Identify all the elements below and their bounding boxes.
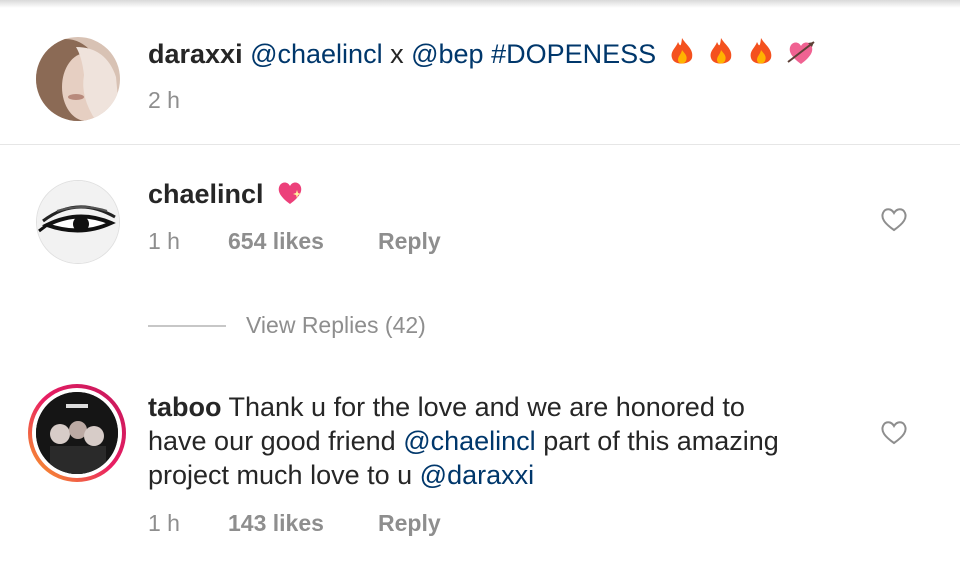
like-heart-icon[interactable] <box>879 205 909 233</box>
avatar-taboo[interactable] <box>28 384 126 482</box>
comment-meta: 1 h 654 likes Reply <box>148 227 441 255</box>
heart-with-arrow-icon <box>786 37 816 75</box>
comment-taboo-line1: taboo Thank u for the love and we are ho… <box>148 390 745 424</box>
post-username[interactable]: daraxxi <box>148 39 243 69</box>
comment-likes[interactable]: 143 likes <box>228 509 324 537</box>
comment-username[interactable]: taboo <box>148 392 222 422</box>
post-time: 2 h <box>148 87 180 113</box>
hashtag-dopeness[interactable]: #DOPENESS <box>491 39 656 69</box>
comment-text: Thank u for the love and we are honored … <box>228 392 745 422</box>
mention-chaelincl[interactable]: @chaelincl <box>250 39 382 69</box>
comment-time: 1 h <box>148 510 180 536</box>
sparkling-heart-icon <box>275 177 305 215</box>
caption-divider <box>0 144 960 145</box>
reply-button[interactable]: Reply <box>378 227 441 255</box>
mention-chaelincl[interactable]: @chaelincl <box>403 426 535 456</box>
mention-bep[interactable]: @bep <box>411 39 483 69</box>
comment-chaelincl: chaelincl <box>148 177 305 215</box>
comment-taboo-line3: project much love to u @daraxxi <box>148 458 534 492</box>
reply-button[interactable]: Reply <box>378 509 441 537</box>
comment-taboo-line2: have our good friend @chaelincl part of … <box>148 424 779 458</box>
top-edge <box>0 0 960 8</box>
view-replies-button[interactable]: View Replies (42) <box>246 312 426 339</box>
comment-text: project much love to u <box>148 460 413 490</box>
comment-username[interactable]: chaelincl <box>148 179 264 209</box>
comment-meta: 1 h 143 likes Reply <box>148 509 441 537</box>
like-heart-icon[interactable] <box>879 418 909 446</box>
fire-icon <box>707 37 735 75</box>
mention-daraxxi[interactable]: @daraxxi <box>420 460 534 490</box>
avatar-chaelincl[interactable] <box>36 180 120 264</box>
caption-separator: x <box>390 39 404 70</box>
replies-line <box>148 325 226 327</box>
fire-icon <box>668 37 696 75</box>
comment-text: have our good friend <box>148 426 396 456</box>
avatar-daraxxi[interactable] <box>36 37 120 121</box>
comment-likes[interactable]: 654 likes <box>228 227 324 255</box>
post-caption: daraxxi @chaelincl x @bep #DOPENESS <box>148 37 816 75</box>
comment-text: part of this amazing <box>543 426 779 456</box>
fire-icon <box>747 37 775 75</box>
comment-time: 1 h <box>148 228 180 254</box>
